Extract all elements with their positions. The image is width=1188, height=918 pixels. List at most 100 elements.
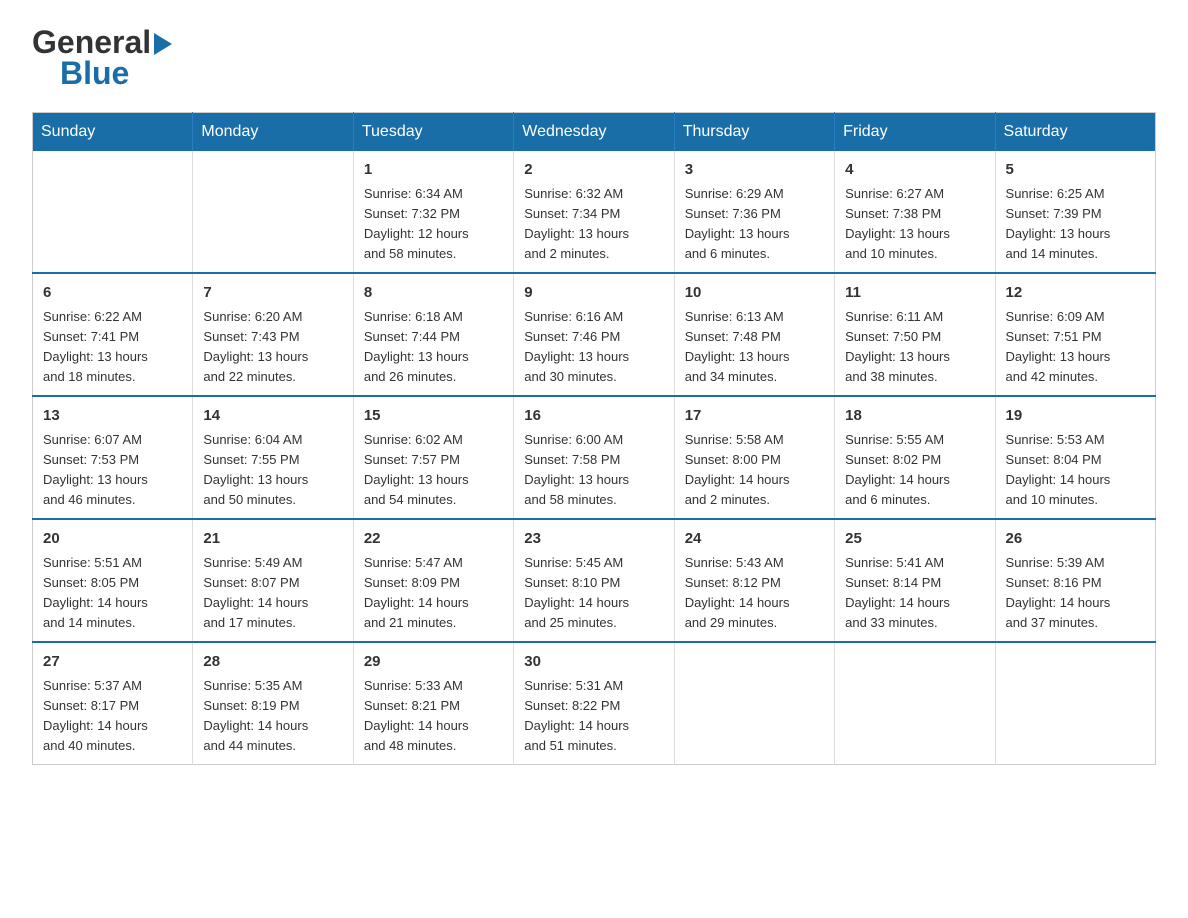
day-info: Sunrise: 6:20 AM Sunset: 7:43 PM Dayligh…: [203, 307, 342, 388]
day-number: 8: [364, 282, 503, 305]
calendar-cell: 7Sunrise: 6:20 AM Sunset: 7:43 PM Daylig…: [193, 273, 353, 396]
day-number: 25: [845, 528, 984, 551]
day-number: 28: [203, 651, 342, 674]
calendar-cell: 5Sunrise: 6:25 AM Sunset: 7:39 PM Daylig…: [995, 151, 1155, 273]
day-number: 12: [1006, 282, 1145, 305]
day-number: 1: [364, 159, 503, 182]
calendar-cell: 9Sunrise: 6:16 AM Sunset: 7:46 PM Daylig…: [514, 273, 674, 396]
calendar-cell: 29Sunrise: 5:33 AM Sunset: 8:21 PM Dayli…: [353, 642, 513, 765]
calendar-cell: 23Sunrise: 5:45 AM Sunset: 8:10 PM Dayli…: [514, 519, 674, 642]
day-number: 3: [685, 159, 824, 182]
day-number: 29: [364, 651, 503, 674]
day-info: Sunrise: 6:09 AM Sunset: 7:51 PM Dayligh…: [1006, 307, 1145, 388]
day-number: 15: [364, 405, 503, 428]
day-number: 20: [43, 528, 182, 551]
day-info: Sunrise: 5:58 AM Sunset: 8:00 PM Dayligh…: [685, 430, 824, 511]
day-number: 30: [524, 651, 663, 674]
calendar-cell: [995, 642, 1155, 765]
day-number: 17: [685, 405, 824, 428]
day-number: 7: [203, 282, 342, 305]
day-number: 14: [203, 405, 342, 428]
day-info: Sunrise: 6:27 AM Sunset: 7:38 PM Dayligh…: [845, 184, 984, 265]
day-number: 27: [43, 651, 182, 674]
day-info: Sunrise: 6:13 AM Sunset: 7:48 PM Dayligh…: [685, 307, 824, 388]
calendar-cell: [33, 151, 193, 273]
day-number: 22: [364, 528, 503, 551]
calendar-week-5: 27Sunrise: 5:37 AM Sunset: 8:17 PM Dayli…: [33, 642, 1156, 765]
day-info: Sunrise: 5:45 AM Sunset: 8:10 PM Dayligh…: [524, 553, 663, 634]
calendar-cell: 24Sunrise: 5:43 AM Sunset: 8:12 PM Dayli…: [674, 519, 834, 642]
calendar-cell: 30Sunrise: 5:31 AM Sunset: 8:22 PM Dayli…: [514, 642, 674, 765]
day-info: Sunrise: 6:25 AM Sunset: 7:39 PM Dayligh…: [1006, 184, 1145, 265]
day-info: Sunrise: 6:34 AM Sunset: 7:32 PM Dayligh…: [364, 184, 503, 265]
day-number: 9: [524, 282, 663, 305]
calendar-cell: [835, 642, 995, 765]
day-info: Sunrise: 6:32 AM Sunset: 7:34 PM Dayligh…: [524, 184, 663, 265]
calendar-cell: 3Sunrise: 6:29 AM Sunset: 7:36 PM Daylig…: [674, 151, 834, 273]
calendar-cell: [674, 642, 834, 765]
day-header-tuesday: Tuesday: [353, 113, 513, 152]
calendar-cell: 28Sunrise: 5:35 AM Sunset: 8:19 PM Dayli…: [193, 642, 353, 765]
page-container: General Blue SundayMondayTuesdayWednesda…: [32, 24, 1156, 765]
day-number: 21: [203, 528, 342, 551]
calendar-cell: 22Sunrise: 5:47 AM Sunset: 8:09 PM Dayli…: [353, 519, 513, 642]
day-info: Sunrise: 6:16 AM Sunset: 7:46 PM Dayligh…: [524, 307, 663, 388]
calendar-cell: 19Sunrise: 5:53 AM Sunset: 8:04 PM Dayli…: [995, 396, 1155, 519]
calendar-cell: 4Sunrise: 6:27 AM Sunset: 7:38 PM Daylig…: [835, 151, 995, 273]
day-info: Sunrise: 6:11 AM Sunset: 7:50 PM Dayligh…: [845, 307, 984, 388]
day-info: Sunrise: 5:33 AM Sunset: 8:21 PM Dayligh…: [364, 676, 503, 757]
day-number: 10: [685, 282, 824, 305]
day-info: Sunrise: 5:41 AM Sunset: 8:14 PM Dayligh…: [845, 553, 984, 634]
day-info: Sunrise: 6:29 AM Sunset: 7:36 PM Dayligh…: [685, 184, 824, 265]
day-header-monday: Monday: [193, 113, 353, 152]
day-info: Sunrise: 5:55 AM Sunset: 8:02 PM Dayligh…: [845, 430, 984, 511]
day-info: Sunrise: 5:39 AM Sunset: 8:16 PM Dayligh…: [1006, 553, 1145, 634]
logo-blue-text: Blue: [60, 55, 129, 92]
day-number: 5: [1006, 159, 1145, 182]
day-number: 24: [685, 528, 824, 551]
calendar-table: SundayMondayTuesdayWednesdayThursdayFrid…: [32, 112, 1156, 765]
day-info: Sunrise: 5:49 AM Sunset: 8:07 PM Dayligh…: [203, 553, 342, 634]
day-number: 4: [845, 159, 984, 182]
day-info: Sunrise: 6:18 AM Sunset: 7:44 PM Dayligh…: [364, 307, 503, 388]
calendar-header-row: SundayMondayTuesdayWednesdayThursdayFrid…: [33, 113, 1156, 152]
calendar-cell: 21Sunrise: 5:49 AM Sunset: 8:07 PM Dayli…: [193, 519, 353, 642]
day-info: Sunrise: 6:22 AM Sunset: 7:41 PM Dayligh…: [43, 307, 182, 388]
day-number: 13: [43, 405, 182, 428]
day-info: Sunrise: 5:37 AM Sunset: 8:17 PM Dayligh…: [43, 676, 182, 757]
calendar-cell: 27Sunrise: 5:37 AM Sunset: 8:17 PM Dayli…: [33, 642, 193, 765]
logo: General Blue: [32, 24, 172, 92]
day-number: 26: [1006, 528, 1145, 551]
day-info: Sunrise: 5:53 AM Sunset: 8:04 PM Dayligh…: [1006, 430, 1145, 511]
day-info: Sunrise: 6:02 AM Sunset: 7:57 PM Dayligh…: [364, 430, 503, 511]
day-number: 11: [845, 282, 984, 305]
calendar-week-1: 1Sunrise: 6:34 AM Sunset: 7:32 PM Daylig…: [33, 151, 1156, 273]
day-number: 18: [845, 405, 984, 428]
day-header-sunday: Sunday: [33, 113, 193, 152]
calendar-cell: 15Sunrise: 6:02 AM Sunset: 7:57 PM Dayli…: [353, 396, 513, 519]
day-info: Sunrise: 6:00 AM Sunset: 7:58 PM Dayligh…: [524, 430, 663, 511]
calendar-cell: 1Sunrise: 6:34 AM Sunset: 7:32 PM Daylig…: [353, 151, 513, 273]
day-info: Sunrise: 5:51 AM Sunset: 8:05 PM Dayligh…: [43, 553, 182, 634]
day-info: Sunrise: 6:07 AM Sunset: 7:53 PM Dayligh…: [43, 430, 182, 511]
calendar-week-2: 6Sunrise: 6:22 AM Sunset: 7:41 PM Daylig…: [33, 273, 1156, 396]
calendar-cell: 6Sunrise: 6:22 AM Sunset: 7:41 PM Daylig…: [33, 273, 193, 396]
calendar-cell: 12Sunrise: 6:09 AM Sunset: 7:51 PM Dayli…: [995, 273, 1155, 396]
calendar-cell: 11Sunrise: 6:11 AM Sunset: 7:50 PM Dayli…: [835, 273, 995, 396]
day-header-thursday: Thursday: [674, 113, 834, 152]
calendar-week-4: 20Sunrise: 5:51 AM Sunset: 8:05 PM Dayli…: [33, 519, 1156, 642]
calendar-cell: 17Sunrise: 5:58 AM Sunset: 8:00 PM Dayli…: [674, 396, 834, 519]
calendar-cell: 16Sunrise: 6:00 AM Sunset: 7:58 PM Dayli…: [514, 396, 674, 519]
calendar-cell: 25Sunrise: 5:41 AM Sunset: 8:14 PM Dayli…: [835, 519, 995, 642]
day-info: Sunrise: 5:31 AM Sunset: 8:22 PM Dayligh…: [524, 676, 663, 757]
day-header-friday: Friday: [835, 113, 995, 152]
calendar-cell: 13Sunrise: 6:07 AM Sunset: 7:53 PM Dayli…: [33, 396, 193, 519]
calendar-cell: 8Sunrise: 6:18 AM Sunset: 7:44 PM Daylig…: [353, 273, 513, 396]
calendar-cell: 14Sunrise: 6:04 AM Sunset: 7:55 PM Dayli…: [193, 396, 353, 519]
day-number: 6: [43, 282, 182, 305]
calendar-cell: [193, 151, 353, 273]
day-number: 16: [524, 405, 663, 428]
calendar-cell: 20Sunrise: 5:51 AM Sunset: 8:05 PM Dayli…: [33, 519, 193, 642]
calendar-cell: 2Sunrise: 6:32 AM Sunset: 7:34 PM Daylig…: [514, 151, 674, 273]
calendar-cell: 26Sunrise: 5:39 AM Sunset: 8:16 PM Dayli…: [995, 519, 1155, 642]
